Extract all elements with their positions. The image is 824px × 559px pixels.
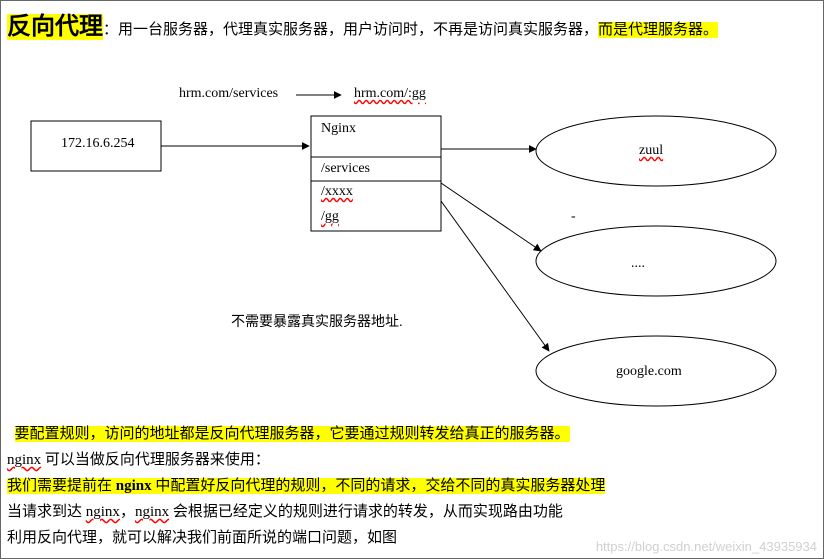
body-line3: 我们需要提前在 nginx 中配置好反向代理的规则，不同的请求，交给不同的真实服… [7, 473, 817, 499]
document-page: 反向代理：用一台服务器，代理真实服务器，用户访问时，不再是访问真实服务器，而是代… [0, 0, 824, 559]
node2-dash-label: - [571, 209, 576, 225]
intro-tail-highlight: 而是代理服务器。 [598, 22, 718, 38]
nginx-title-label: Nginx [321, 121, 356, 137]
diagram: 172.16.6.254 hrm.com/services hrm.com/:g… [1, 81, 821, 411]
route1-label: /services [321, 161, 370, 177]
nginx-word3: nginx [135, 504, 169, 520]
nginx-word2: nginx [86, 504, 120, 520]
body-line3-a: 我们需要提前在 [7, 478, 116, 494]
intro-paragraph: 反向代理：用一台服务器，代理真实服务器，用户访问时，不再是访问真实服务器，而是代… [7, 13, 815, 44]
body-line4-e: 会根据已经定义的规则进行请求的转发，从而实现路由功能 [169, 504, 563, 520]
node1-label: zuul [639, 143, 663, 159]
title-highlight: 反向代理 [7, 14, 103, 40]
body-line2: nginx 可以当做反向代理服务器来使用： [7, 447, 817, 473]
client-ip-label: 172.16.6.254 [61, 136, 135, 152]
node2-label: .... [631, 256, 645, 272]
nginx-word: nginx [7, 452, 41, 468]
diagram-note: 不需要暴露真实服务器地址. [231, 311, 403, 331]
body-line2-tail: 可以当做反向代理服务器来使用： [41, 452, 270, 468]
route3-label: /gg [321, 209, 339, 225]
diagram-svg [1, 81, 821, 421]
url-right-label: hrm.com/:gg [354, 86, 426, 102]
body-line4: 当请求到达 nginx，nginx 会根据已经定义的规则进行请求的转发，从而实现… [7, 499, 817, 525]
body-line3-c: 中配置好反向代理的规则，不同的请求，交给不同的真实服务器处理 [152, 478, 606, 494]
url-left-label: hrm.com/services [179, 86, 278, 102]
body-line4-a: 当请求到达 [7, 504, 86, 520]
watermark: https://blog.csdn.net/weixin_43935934 [596, 539, 817, 554]
body-text: 要配置规则，访问的地址都是反向代理服务器，它要通过规则转发给真正的服务器。 ng… [7, 421, 817, 551]
intro-plain-text: 用一台服务器，代理真实服务器，用户访问时，不再是访问真实服务器， [118, 22, 598, 38]
route2-label: /xxxx [321, 184, 353, 200]
nginx-bold: nginx [116, 478, 152, 494]
body-line1-hl: 要配置规则，访问的地址都是反向代理服务器，它要通过规则转发给真正的服务器。 [15, 426, 570, 442]
node3-label: google.com [616, 364, 682, 380]
body-line4-c: ， [120, 504, 135, 520]
body-line1: 要配置规则，访问的地址都是反向代理服务器，它要通过规则转发给真正的服务器。 [7, 421, 817, 447]
colon: ： [103, 22, 118, 38]
